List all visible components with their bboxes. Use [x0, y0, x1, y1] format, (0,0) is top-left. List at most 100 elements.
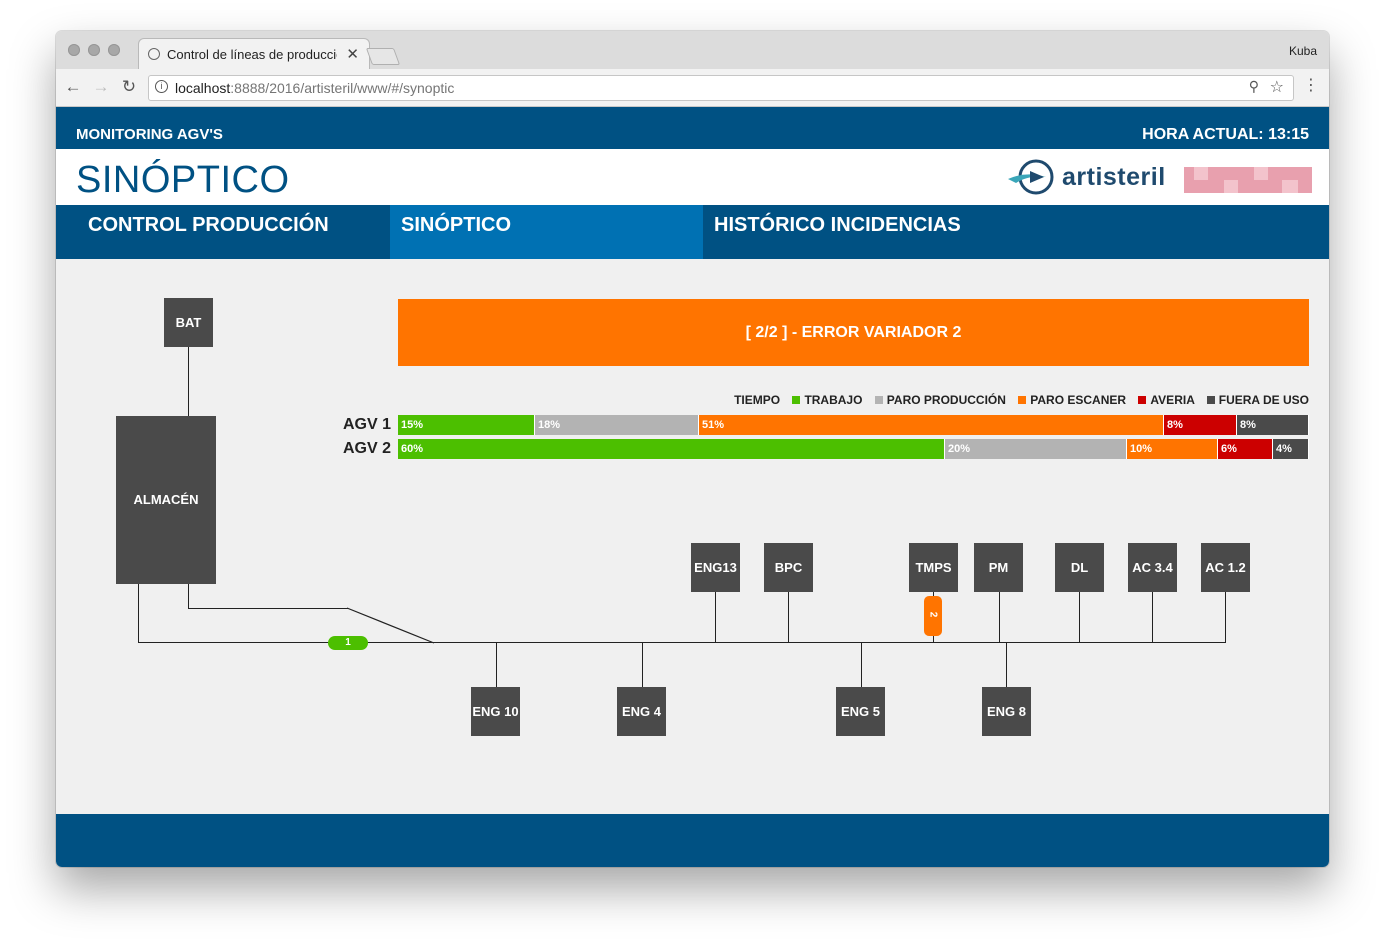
- zoom-icon[interactable]: ⚲: [1249, 78, 1259, 95]
- url-text[interactable]: localhost:8888/2016/artisteril/www/#/syn…: [175, 80, 454, 96]
- tab-label: CONTROL PRODUCCIÓN: [88, 214, 329, 236]
- blurred-logo: [1184, 167, 1312, 193]
- browser-toolbar: ← → ↻ i localhost:8888/2016/artisteril/w…: [56, 69, 1329, 107]
- tab-label: SINÓPTICO: [401, 214, 512, 236]
- maximize-window-button[interactable]: [108, 44, 120, 56]
- tab-control-produccion[interactable]: CONTROL PRODUCCIÓN: [56, 205, 390, 259]
- legend-label: FUERA DE USO: [1218, 393, 1309, 407]
- agv-2-id: 2: [927, 611, 939, 618]
- tab-sinoptico[interactable]: SINÓPTICO: [390, 205, 703, 259]
- station-almacen[interactable]: ALMACÉN: [116, 416, 216, 584]
- artisteril-logo-icon: [1008, 159, 1054, 195]
- minimize-window-button[interactable]: [88, 44, 100, 56]
- line-eng5: [861, 642, 862, 687]
- line-bat-almacen: [188, 347, 189, 417]
- legend-swatch: [1138, 396, 1147, 404]
- legend-label: PARO PRODUCCIÓN: [886, 393, 1006, 407]
- agv-2-label: AGV 2: [343, 440, 392, 457]
- agv-1-label: AGV 1: [343, 416, 392, 433]
- legend-label: TRABAJO: [804, 393, 863, 407]
- site-info-icon[interactable]: i: [155, 80, 168, 93]
- agv-2-segment-1: 60%: [398, 439, 945, 459]
- address-bar[interactable]: i localhost:8888/2016/artisteril/www/#/s…: [148, 75, 1294, 101]
- back-arrow-icon[interactable]: ←: [62, 76, 84, 98]
- line-eng8: [1006, 642, 1007, 687]
- agv-1-segment-3: 51%: [699, 415, 1164, 435]
- line-dl: [1079, 592, 1080, 642]
- new-tab-button[interactable]: [365, 48, 401, 65]
- url-path: :8888/2016/artisteril/www/#/synoptic: [230, 80, 455, 96]
- app-name: MONITORING AGV'S: [76, 126, 223, 143]
- agv-2-segment-2: 20%: [945, 439, 1127, 459]
- legend-swatch: [1206, 396, 1215, 404]
- agv-2-marker[interactable]: 2: [924, 596, 942, 636]
- line-ac12: [1225, 592, 1226, 642]
- bookmark-star-icon[interactable]: ☆: [1270, 77, 1284, 97]
- station-ac34[interactable]: AC 3.4: [1128, 543, 1177, 592]
- reload-icon[interactable]: ↻: [118, 76, 140, 98]
- legend-item-averia: AVERIA: [1138, 393, 1194, 407]
- station-pm[interactable]: PM: [974, 543, 1023, 592]
- legend-item-trabajo: TRABAJO: [792, 393, 862, 407]
- line-eng13: [715, 592, 716, 642]
- line-eng4: [642, 642, 643, 687]
- tab-title: Control de líneas de producción: [167, 47, 337, 62]
- tab-label: HISTÓRICO INCIDENCIAS: [714, 214, 961, 236]
- main-nav: CONTROL PRODUCCIÓN SINÓPTICO HISTÓRICO I…: [56, 205, 1329, 259]
- line-almacen-right: [188, 583, 189, 609]
- station-eng8[interactable]: ENG 8: [982, 687, 1031, 736]
- agv-1-marker[interactable]: 1: [328, 636, 368, 650]
- station-eng4[interactable]: ENG 4: [617, 687, 666, 736]
- close-tab-icon[interactable]: ✕: [346, 45, 359, 63]
- agv-2-segment-5: 4%: [1273, 439, 1309, 459]
- profile-name[interactable]: Kuba: [1289, 44, 1317, 58]
- legend-label: AVERIA: [1150, 393, 1195, 407]
- top-bar: MONITORING AGV'S HORA ACTUAL: 13:15: [56, 107, 1329, 149]
- legend-item-fuera-de-uso: FUERA DE USO: [1206, 393, 1309, 407]
- station-eng5[interactable]: ENG 5: [836, 687, 885, 736]
- browser-tab[interactable]: Control de líneas de producción ✕: [138, 38, 370, 70]
- agv-1-time-bar: 15% 18% 51% 8% 8%: [398, 415, 1309, 435]
- close-window-button[interactable]: [68, 44, 80, 56]
- station-ac12[interactable]: AC 1.2: [1201, 543, 1250, 592]
- browser-menu-icon[interactable]: ⋮: [1303, 77, 1319, 95]
- legend-swatch: [1018, 396, 1027, 404]
- forward-arrow-icon[interactable]: →: [90, 76, 112, 98]
- agv-1-segment-2: 18%: [535, 415, 699, 435]
- agv-1-segment-5: 8%: [1237, 415, 1309, 435]
- station-bat[interactable]: BAT: [164, 298, 213, 347]
- line-almacen-branch: [188, 608, 348, 609]
- url-host: localhost: [175, 80, 231, 96]
- footer-bar: [56, 814, 1329, 867]
- station-eng13[interactable]: ENG13: [691, 543, 740, 592]
- agv-1-segment-4: 8%: [1164, 415, 1237, 435]
- line-almacen-left: [138, 583, 139, 643]
- legend-title: TIEMPO: [734, 393, 781, 407]
- station-bpc[interactable]: BPC: [764, 543, 813, 592]
- alert-banner[interactable]: [ 2/2 ] - ERROR VARIADOR 2: [398, 299, 1309, 366]
- legend-label: PARO ESCANER: [1030, 393, 1127, 407]
- station-eng10[interactable]: ENG 10: [471, 687, 520, 736]
- logo-text: artisteril: [1062, 163, 1166, 191]
- tab-historico-incidencias[interactable]: HISTÓRICO INCIDENCIAS: [703, 205, 1063, 259]
- time-legend: TIEMPO TRABAJO PARO PRODUCCIÓN PARO ESCA…: [734, 393, 1309, 407]
- current-time: HORA ACTUAL: 13:15: [1142, 126, 1309, 143]
- station-tmps[interactable]: TMPS: [909, 543, 958, 592]
- agv-2-segment-4: 6%: [1218, 439, 1273, 459]
- legend-swatch: [874, 396, 883, 404]
- agv-2-time-bar: 60% 20% 10% 6% 4%: [398, 439, 1309, 459]
- line-pm: [999, 592, 1000, 642]
- agv-1-segment-1: 15%: [398, 415, 535, 435]
- browser-window: Control de líneas de producción ✕ Kuba ←…: [56, 31, 1329, 867]
- agv-2-segment-3: 10%: [1127, 439, 1218, 459]
- line-eng10: [496, 642, 497, 687]
- line-bpc: [788, 592, 789, 642]
- page-content: MONITORING AGV'S HORA ACTUAL: 13:15 SINÓ…: [56, 107, 1329, 867]
- main-track: [138, 642, 1226, 643]
- browser-tab-strip: Control de líneas de producción ✕ Kuba: [56, 31, 1329, 70]
- legend-item-paro-produccion: PARO PRODUCCIÓN: [874, 393, 1006, 407]
- station-dl[interactable]: DL: [1055, 543, 1104, 592]
- legend-item-paro-escaner: PARO ESCANER: [1018, 393, 1126, 407]
- favicon-icon: [148, 48, 160, 60]
- legend-swatch: [792, 396, 801, 404]
